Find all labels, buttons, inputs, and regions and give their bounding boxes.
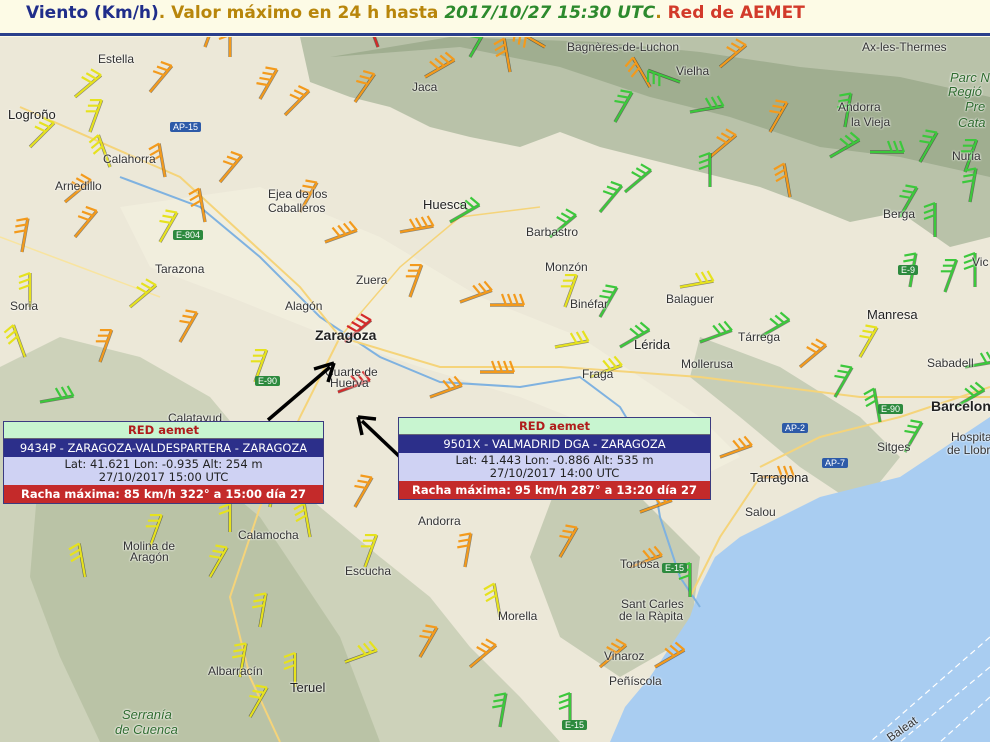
callout-arrows xyxy=(266,361,402,459)
header-title: Viento (Km/h). Valor máximo en 24 h hast… xyxy=(26,3,805,23)
header-network: Red de AEMET xyxy=(667,3,805,23)
header-max-label: . Valor máximo en 24 h hasta xyxy=(158,3,445,23)
popup-station-name: 9434P - ZARAGOZA-VALDESPARTERA - ZARAGOZ… xyxy=(4,439,323,457)
header-datetime: 2017/10/27 15:30 UTC xyxy=(444,3,656,23)
popup-max-gust: Racha máxima: 85 km/h 322° a 15:00 día 2… xyxy=(4,485,323,503)
page-header: Viento (Km/h). Valor máximo en 24 h hast… xyxy=(0,0,990,36)
header-wind-label: Viento (Km/h) xyxy=(26,3,159,23)
popup-max-gust: Racha máxima: 95 km/h 287° a 13:20 día 2… xyxy=(399,481,710,499)
header-sep: . xyxy=(655,3,668,23)
station-popup-valmadrid[interactable]: RED aemet 9501X - VALMADRID DGA - ZARAGO… xyxy=(398,417,711,500)
popup-station-meta: Lat: 41.443 Lon: -0.886 Alt: 535 m 27/10… xyxy=(399,453,710,481)
wind-map[interactable]: Estella Logroño Calahorra Arnedillo Ejea de … xyxy=(0,37,990,742)
station-popup-valdespartera[interactable]: RED aemet 9434P - ZARAGOZA-VALDESPARTERA… xyxy=(3,421,324,504)
popup-datetime: 27/10/2017 15:00 UTC xyxy=(98,470,229,484)
popup-station-meta: Lat: 41.621 Lon: -0.935 Alt: 254 m 27/10… xyxy=(4,457,323,485)
popup-network-title: RED aemet xyxy=(4,422,323,439)
popup-datetime: 27/10/2017 14:00 UTC xyxy=(489,466,620,480)
popup-network-title: RED aemet xyxy=(399,418,710,435)
popup-station-name: 9501X - VALMADRID DGA - ZARAGOZA xyxy=(399,435,710,453)
